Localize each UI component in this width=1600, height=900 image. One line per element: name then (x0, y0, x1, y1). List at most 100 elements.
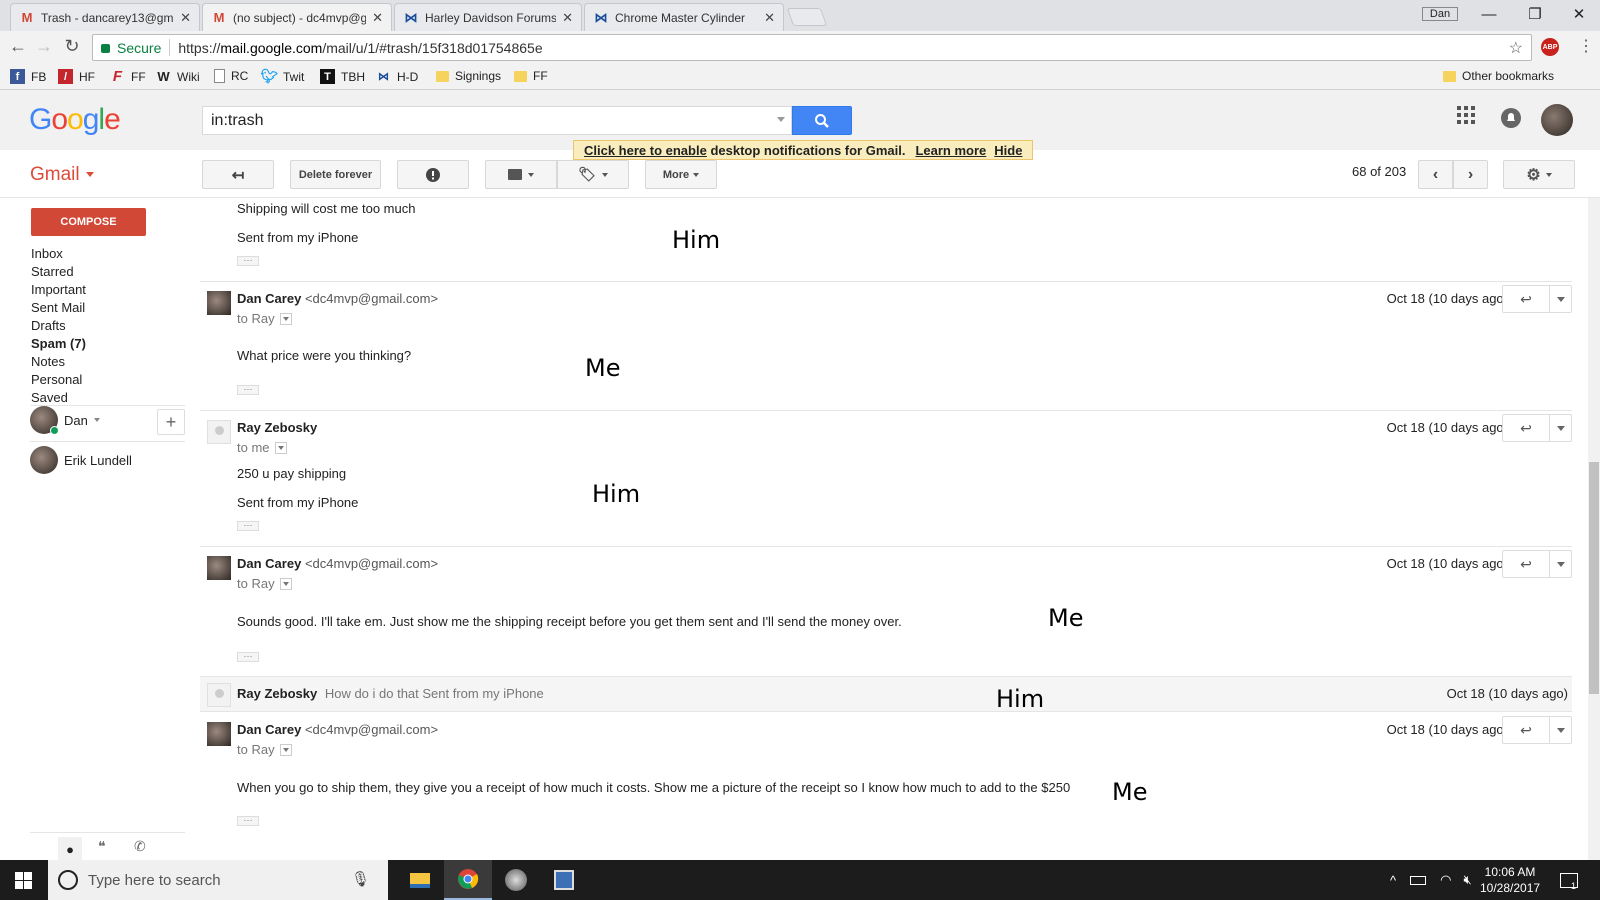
nav-personal[interactable]: Personal (31, 372, 82, 387)
other-bookmarks[interactable]: Other bookmarks (1443, 69, 1554, 83)
labels-button[interactable]: 🏷︎ (557, 160, 629, 189)
nav-drafts[interactable]: Drafts (31, 318, 66, 333)
minimize-icon[interactable]: — (1466, 0, 1512, 28)
file-explorer-icon[interactable] (396, 860, 444, 900)
nav-notes[interactable]: Notes (31, 354, 65, 369)
message-sender[interactable]: Dan Carey <dc4mvp@gmail.com> (237, 291, 438, 306)
adblock-icon[interactable]: ABP (1541, 38, 1559, 56)
volume-mute-icon[interactable]: 🔇︎ (1463, 872, 1471, 888)
message-sender[interactable]: Dan Carey <dc4mvp@gmail.com> (237, 556, 438, 571)
settings-button[interactable]: ⚙ (1503, 160, 1575, 189)
show-details-icon[interactable] (279, 743, 292, 756)
older-button[interactable]: › (1453, 160, 1488, 189)
browser-tab-chrome-master[interactable]: ⋈ Chrome Master Cylinder ✕ (584, 3, 784, 31)
show-trimmed-button[interactable]: ··· (237, 521, 259, 531)
more-options-icon[interactable] (1549, 551, 1571, 577)
bookmark-star-icon[interactable]: ☆ (1509, 38, 1523, 58)
bookmark-wiki[interactable]: W Wiki (156, 69, 199, 84)
nav-spam[interactable]: Spam (7) (31, 336, 86, 351)
chevron-up-icon[interactable]: ^ (1390, 873, 1396, 888)
close-icon[interactable]: ✕ (180, 10, 191, 26)
search-options-icon[interactable] (777, 117, 785, 122)
learn-more-link[interactable]: Learn more (915, 143, 986, 158)
enable-notifications-link[interactable]: Click here to enable (584, 143, 707, 158)
more-options-icon[interactable] (1549, 286, 1571, 312)
windows-start-button[interactable] (0, 860, 46, 900)
search-input[interactable]: in:trash (202, 106, 792, 135)
app-icon[interactable] (492, 860, 540, 900)
bookmark-hf[interactable]: / HF (58, 69, 95, 84)
wifi-icon[interactable]: ◠ (1440, 872, 1451, 888)
move-to-button[interactable] (485, 160, 557, 189)
chrome-menu-icon[interactable]: ⋮ (1578, 36, 1594, 56)
taskbar-search-input[interactable]: Type here to search 🎙︎ (48, 860, 388, 900)
show-trimmed-button[interactable]: ··· (237, 652, 259, 662)
show-details-icon[interactable] (279, 312, 292, 325)
reply-icon[interactable]: ↩ (1503, 415, 1549, 441)
delete-forever-button[interactable]: Delete forever (290, 160, 381, 189)
close-icon[interactable]: ✕ (562, 10, 573, 26)
more-button[interactable]: More (645, 160, 717, 189)
back-arrow-icon[interactable]: ← (6, 36, 30, 57)
nav-starred[interactable]: Starred (31, 264, 74, 279)
phone-icon[interactable]: ✆ (134, 838, 146, 855)
bookmark-fb[interactable]: f FB (10, 69, 46, 84)
new-hangout-button[interactable]: + (157, 409, 185, 435)
bookmark-folder-signings[interactable]: Signings (436, 69, 501, 83)
back-to-trash-button[interactable]: ↤ (202, 160, 274, 189)
gmail-app-switcher[interactable]: Gmail (30, 164, 94, 186)
close-icon[interactable]: ✕ (764, 10, 775, 26)
system-clock[interactable]: 10:06 AM 10/28/2017 (1480, 864, 1540, 896)
more-options-icon[interactable] (1549, 717, 1571, 743)
compose-button[interactable]: COMPOSE (31, 208, 146, 236)
hide-link[interactable]: Hide (994, 143, 1022, 158)
message-sender[interactable]: Ray Zebosky (237, 420, 317, 435)
nav-sent-mail[interactable]: Sent Mail (31, 300, 85, 315)
scrollbar-thumb[interactable] (1589, 462, 1599, 694)
profile-badge[interactable]: Dan (1422, 7, 1458, 21)
hangouts-contact[interactable]: Erik Lundell (30, 446, 132, 474)
maximize-icon[interactable]: ❐ (1512, 0, 1558, 28)
show-details-icon[interactable] (274, 441, 287, 454)
bookmark-tbh[interactable]: T TBH (320, 69, 365, 84)
chrome-taskbar-icon[interactable] (444, 860, 492, 900)
battery-icon[interactable] (1410, 875, 1427, 885)
show-trimmed-button[interactable]: ··· (237, 256, 259, 266)
reply-icon[interactable]: ↩ (1503, 717, 1549, 743)
more-options-icon[interactable] (1549, 415, 1571, 441)
forward-arrow-icon[interactable]: → (32, 36, 56, 57)
show-trimmed-button[interactable]: ··· (237, 816, 259, 826)
close-window-icon[interactable]: ✕ (1558, 0, 1600, 28)
collapsed-message[interactable]: Ray Zebosky How do i do that Sent from m… (200, 676, 1572, 713)
reply-icon[interactable]: ↩ (1503, 286, 1549, 312)
bookmark-hd[interactable]: ⋈ H-D (376, 69, 418, 84)
nav-important[interactable]: Important (31, 282, 86, 297)
browser-tab-no-subject[interactable]: M (no subject) - dc4mvp@g ✕ (202, 3, 392, 31)
apps-grid-icon[interactable] (1457, 106, 1475, 129)
secure-indicator[interactable]: Secure (101, 40, 161, 56)
reload-icon[interactable]: ↻ (60, 36, 84, 57)
nav-inbox[interactable]: Inbox (31, 246, 63, 261)
hangouts-self[interactable]: Dan (30, 406, 100, 435)
message-sender[interactable]: Dan Carey <dc4mvp@gmail.com> (237, 722, 438, 737)
person-icon[interactable]: ● (58, 837, 82, 861)
notifications-bell-icon[interactable] (1501, 108, 1521, 133)
browser-tab-trash[interactable]: M Trash - dancarey13@gm ✕ (10, 3, 200, 31)
reply-icon[interactable]: ↩ (1503, 551, 1549, 577)
google-logo[interactable]: Google (29, 103, 121, 137)
action-center-icon[interactable]: 1 (1560, 860, 1578, 900)
bookmark-ff[interactable]: F FF (110, 68, 146, 85)
browser-tab-harley-forums[interactable]: ⋈ Harley Davidson Forums ✕ (394, 3, 582, 31)
bookmark-rc[interactable]: RC (214, 69, 248, 83)
caret-down-icon[interactable] (93, 418, 100, 422)
bookmark-twit[interactable]: 🐦︎ Twit (261, 68, 305, 84)
app-icon[interactable] (540, 860, 588, 900)
hangouts-quote-icon[interactable]: ❝ (98, 838, 106, 855)
account-avatar[interactable] (1541, 104, 1573, 136)
nav-saved[interactable]: Saved (31, 390, 68, 405)
report-spam-button[interactable] (397, 160, 469, 189)
url-omnibox[interactable]: Secure https://mail.google.com/mail/u/1/… (92, 34, 1532, 61)
show-details-icon[interactable] (279, 577, 292, 590)
show-trimmed-button[interactable]: ··· (237, 385, 259, 395)
newer-button[interactable]: ‹ (1418, 160, 1453, 189)
